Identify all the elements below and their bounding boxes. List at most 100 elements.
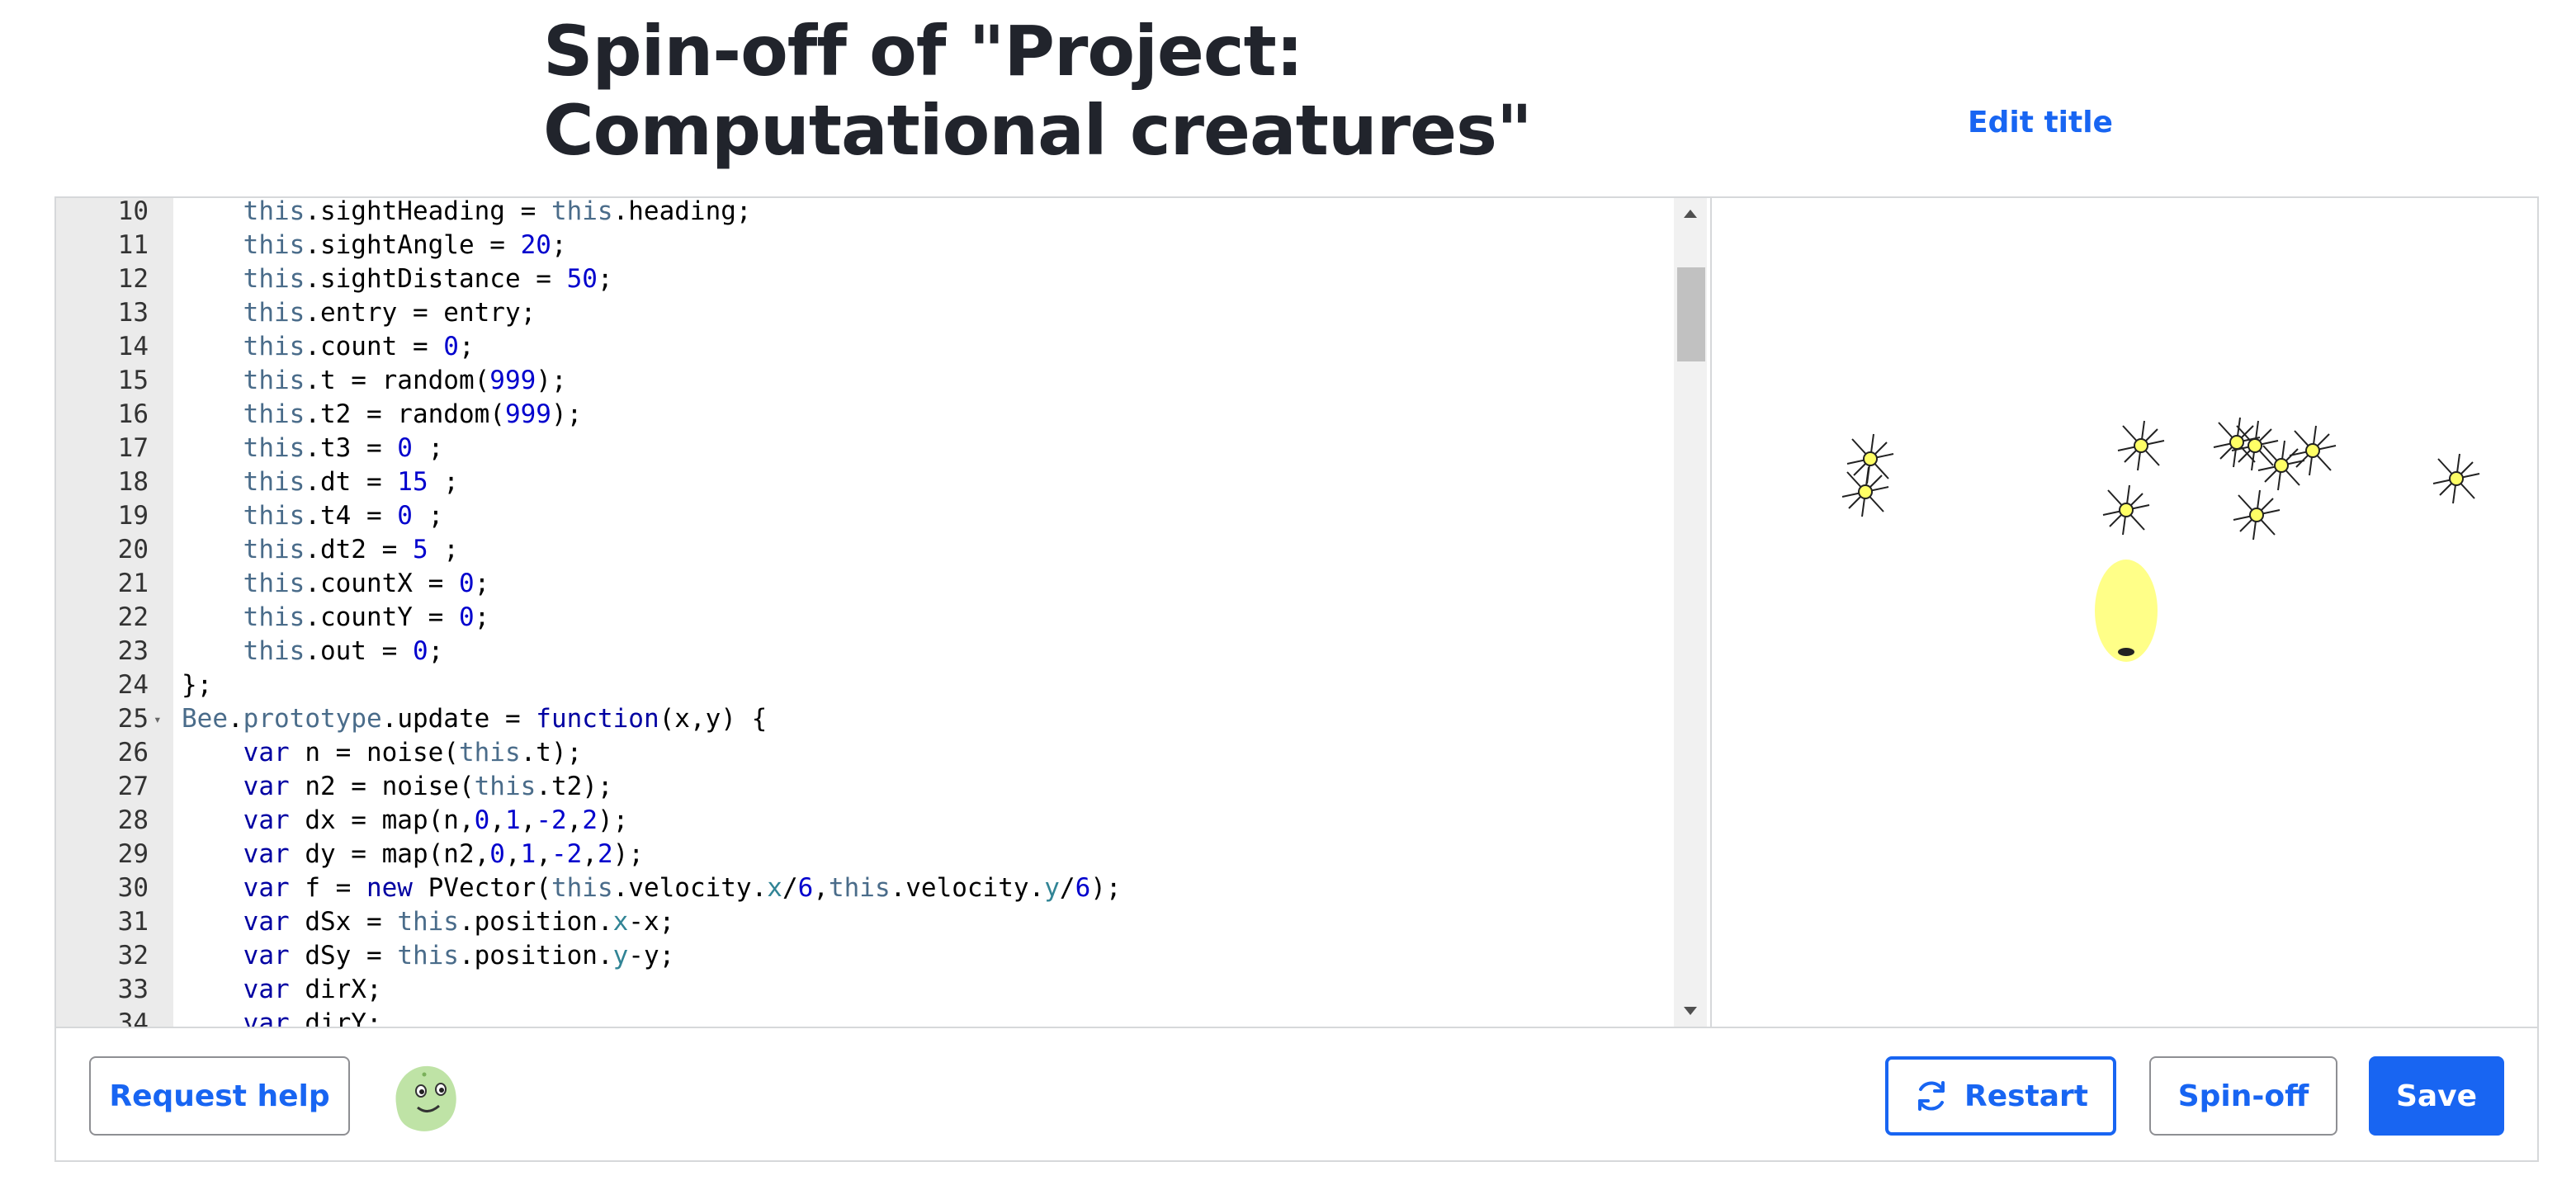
code-text: var f = new PVector(this.velocity.x/6,th…	[182, 871, 1122, 905]
code-token: ,	[504, 839, 521, 869]
code-line[interactable]: 34 var dirY;	[56, 1007, 1709, 1027]
code-token: );	[1090, 873, 1122, 903]
code-token: .velocity.	[612, 873, 768, 903]
code-line[interactable]: 18 this.dt = 15 ;	[56, 465, 1709, 499]
code-line[interactable]: 30 var f = new PVector(this.velocity.x/6…	[56, 871, 1709, 905]
code-token: .count =	[305, 332, 444, 361]
line-number: 20	[117, 535, 149, 564]
code-line[interactable]: 21 this.countX = 0;	[56, 567, 1709, 601]
code-line[interactable]: 17 this.t3 = 0 ;	[56, 432, 1709, 465]
code-line[interactable]: 23 this.out = 0;	[56, 635, 1709, 668]
line-number: 18	[117, 467, 149, 497]
code-token: this	[243, 264, 305, 294]
code-text: this.count = 0;	[182, 330, 475, 364]
page-title: Spin-off of "Project: Computational crea…	[543, 11, 1533, 171]
code-token: 1	[504, 805, 521, 835]
code-line[interactable]: 29 var dy = map(n2,0,1,-2,2);	[56, 838, 1709, 871]
code-token: 6	[1075, 873, 1091, 903]
code-token: .position.	[458, 941, 613, 970]
code-token: .t2 = random(	[305, 399, 505, 429]
canvas-drawing	[1841, 417, 2480, 662]
scroll-up-arrow-icon[interactable]	[1684, 210, 1697, 218]
code-token: ;	[428, 636, 444, 666]
code-line[interactable]: 12 this.sightDistance = 50;	[56, 262, 1709, 296]
code-token: this	[243, 501, 305, 531]
code-token: .velocity.	[890, 873, 1045, 903]
code-line[interactable]: 25 ▾ Bee.prototype.update = function(x,y) …	[56, 702, 1709, 736]
code-token: ,	[489, 805, 505, 835]
edit-title-link[interactable]: Edit title	[1968, 106, 2113, 139]
code-line[interactable]: 24};	[56, 668, 1709, 702]
line-number: 33	[117, 975, 149, 1004]
bee	[2117, 420, 2165, 471]
line-number: 26	[117, 738, 149, 767]
line-number: 23	[117, 636, 149, 666]
save-button[interactable]: Save	[2369, 1056, 2504, 1136]
code-line[interactable]: 14 this.count = 0;	[56, 330, 1709, 364]
code-token: 0	[397, 433, 413, 463]
code-token: 2	[597, 839, 613, 869]
code-token: .entry = entry;	[305, 298, 536, 328]
code-text: this.t = random(999);	[182, 364, 567, 398]
code-token: -x;	[628, 907, 675, 937]
code-text: var dSy = this.position.y-y;	[182, 939, 675, 973]
editor-scrollbar[interactable]	[1674, 198, 1707, 1027]
request-help-button[interactable]: Request help	[89, 1056, 350, 1136]
code-token: 0	[489, 839, 505, 869]
code-text: this.dt2 = 5 ;	[182, 533, 459, 567]
code-token: dSy =	[289, 941, 398, 970]
line-number: 10	[117, 198, 149, 226]
bee	[2102, 484, 2150, 536]
spin-off-button[interactable]: Spin-off	[2149, 1056, 2337, 1136]
code-text: var dSx = this.position.x-x;	[182, 905, 675, 939]
code-line[interactable]: 13 this.entry = entry;	[56, 296, 1709, 330]
code-token: );	[551, 399, 583, 429]
code-line[interactable]: 28 var dx = map(n,0,1,-2,2);	[56, 804, 1709, 838]
avatar-icon[interactable]	[385, 1058, 464, 1137]
code-token: 0	[397, 501, 413, 531]
scrollbar-thumb[interactable]	[1677, 267, 1705, 361]
code-line[interactable]: 16 this.t2 = random(999);	[56, 398, 1709, 432]
code-text: this.dt = 15 ;	[182, 465, 459, 499]
code-line[interactable]: 33 var dirX;	[56, 973, 1709, 1007]
code-text: this.sightHeading = this.heading;	[182, 198, 752, 229]
code-text: var n2 = noise(this.t2);	[182, 770, 613, 804]
code-line[interactable]: 10 this.sightHeading = this.heading;	[56, 198, 1709, 229]
line-number: 11	[117, 230, 149, 260]
code-token: var	[243, 805, 290, 835]
scroll-down-arrow-icon[interactable]	[1684, 1007, 1697, 1015]
code-token: this	[243, 467, 305, 497]
refresh-icon	[1917, 1081, 1945, 1111]
code-line[interactable]: 27 var n2 = noise(this.t2);	[56, 770, 1709, 804]
output-canvas[interactable]	[1710, 198, 2537, 1027]
code-token: 0	[412, 636, 428, 666]
code-token: Bee	[182, 704, 228, 734]
fold-arrow-icon[interactable]: ▾	[154, 702, 162, 736]
code-editor[interactable]: 10 this.sightHeading = this.heading; 11 t…	[56, 198, 1709, 1027]
code-line[interactable]: 26 var n = noise(this.t);	[56, 736, 1709, 770]
restart-button[interactable]: Restart	[1885, 1056, 2116, 1136]
code-token: y	[1044, 873, 1060, 903]
code-line[interactable]: 11 this.sightAngle = 20;	[56, 229, 1709, 262]
code-token: this	[458, 738, 521, 767]
code-line[interactable]: 19 this.t4 = 0 ;	[56, 499, 1709, 533]
code-token: function	[536, 704, 659, 734]
code-token: var	[243, 1008, 290, 1027]
line-number: 15	[117, 366, 149, 395]
code-line[interactable]: 15 this.t = random(999);	[56, 364, 1709, 398]
code-token: 1	[520, 839, 536, 869]
code-token: 999	[489, 366, 536, 395]
code-token: this	[243, 399, 305, 429]
code-line[interactable]: 31 var dSx = this.position.x-x;	[56, 905, 1709, 939]
code-line[interactable]: 20 this.dt2 = 5 ;	[56, 533, 1709, 567]
code-token: x	[612, 907, 629, 937]
code-line[interactable]: 22 this.countY = 0;	[56, 601, 1709, 635]
code-line[interactable]: 32 var dSy = this.position.y-y;	[56, 939, 1709, 973]
bee	[2233, 489, 2281, 541]
code-token: .heading;	[612, 198, 752, 226]
